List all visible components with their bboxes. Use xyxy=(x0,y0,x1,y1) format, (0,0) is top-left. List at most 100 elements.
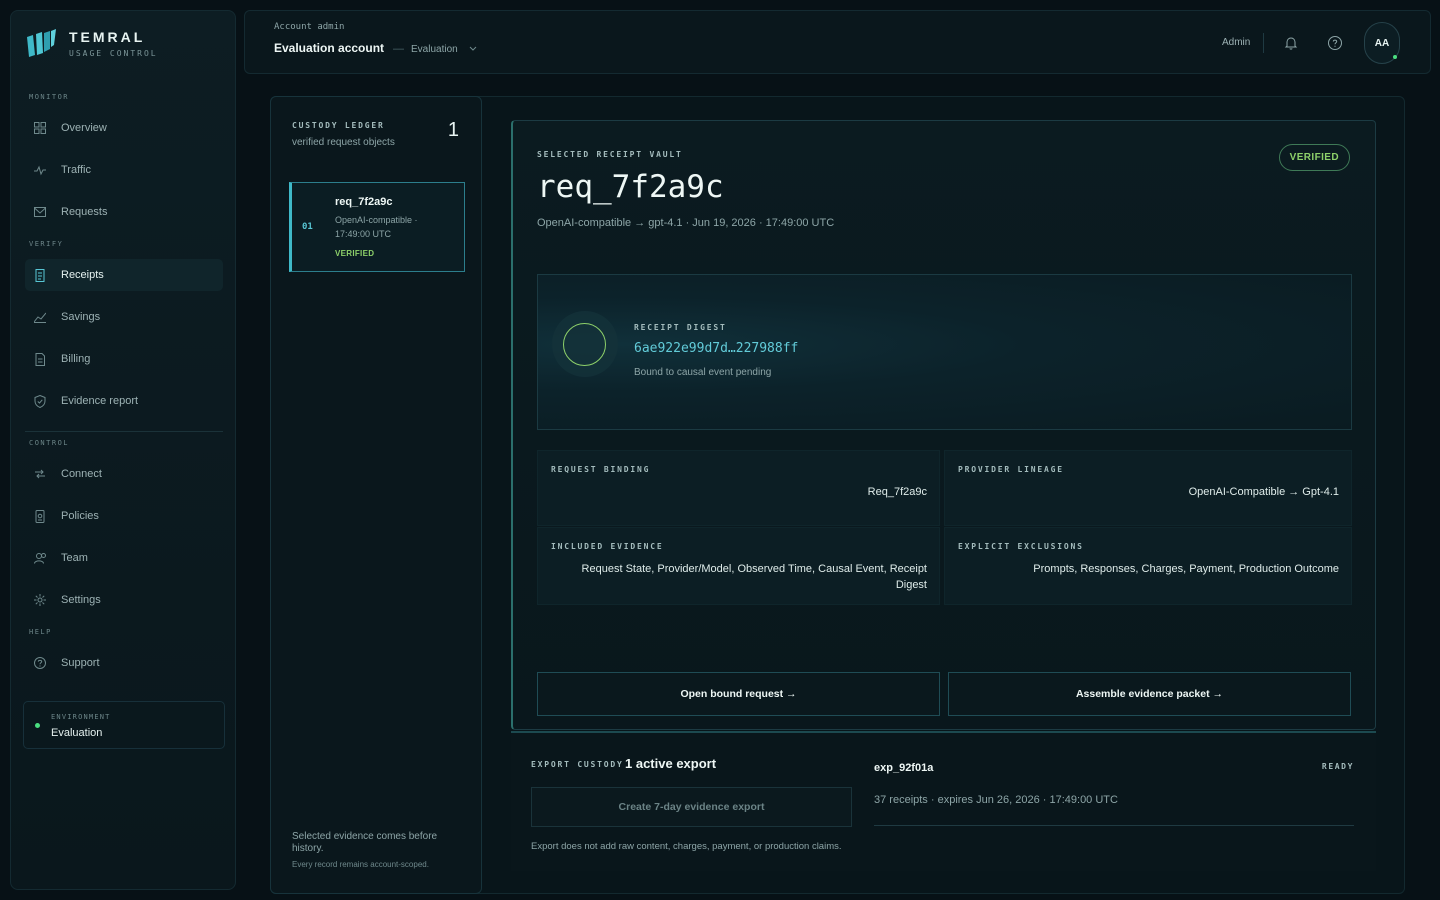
avatar-initials: AA xyxy=(1374,37,1390,49)
topbar-divider xyxy=(1263,33,1264,53)
section-label-monitor: MONITOR xyxy=(29,93,70,101)
assemble-evidence-packet-button[interactable]: Assemble evidence packet → xyxy=(948,672,1351,716)
title-separator: — xyxy=(393,43,404,55)
account-title: Evaluation account xyxy=(274,41,385,55)
sidebar-item-receipts[interactable]: Receipts xyxy=(25,259,223,291)
sidebar-item-label: Receipts xyxy=(61,269,104,281)
sidebar-item-connect[interactable]: Connect xyxy=(25,458,223,490)
export-kicker: EXPORT CUSTODY xyxy=(531,760,624,769)
included-evidence-cell: INCLUDED EVIDENCE Request State, Provide… xyxy=(537,527,940,605)
custody-ledger-panel: CUSTODY LEDGER verified request objects … xyxy=(270,96,482,894)
ledger-item[interactable]: 01 req_7f2a9c OpenAI-compatible · 17:49:… xyxy=(289,182,465,272)
environment-indicator[interactable]: ENVIRONMENT Evaluation xyxy=(23,701,225,749)
cell-label: INCLUDED EVIDENCE xyxy=(551,542,664,551)
policy-icon xyxy=(33,509,47,523)
sidebar-item-label: Evidence report xyxy=(61,395,139,407)
bell-icon[interactable] xyxy=(1282,34,1300,52)
ledger-item-meta: OpenAI-compatible · 17:49:00 UTC xyxy=(335,215,418,239)
export-custody-section: EXPORT CUSTODY 1 active export Create 7-… xyxy=(511,731,1376,871)
ledger-count: 1 xyxy=(447,119,459,141)
environment-value: Evaluation xyxy=(51,727,103,739)
brand-name: TEMRAL xyxy=(69,28,146,45)
cell-value: Req_7f2a9c xyxy=(867,486,927,498)
cell-value: Request State, Provider/Model, Observed … xyxy=(581,563,927,591)
users-icon xyxy=(33,551,47,565)
ledger-item-id: req_7f2a9c xyxy=(335,196,393,208)
section-label-control: CONTROL xyxy=(29,439,70,447)
export-detail: 37 receipts · expires Jun 26, 2026 · 17:… xyxy=(874,794,1118,806)
sidebar-item-savings[interactable]: Savings xyxy=(25,301,223,333)
open-bound-request-button[interactable]: Open bound request → xyxy=(537,672,940,716)
status-badge: VERIFIED xyxy=(1278,144,1350,171)
sidebar-item-traffic[interactable]: Traffic xyxy=(25,154,223,186)
top-bar: Account admin Evaluation account — Evalu… xyxy=(244,10,1431,74)
sidebar-item-label: Overview xyxy=(61,122,107,134)
receipt-vault-card: SELECTED RECEIPT VAULT req_7f2a9c OpenAI… xyxy=(511,120,1376,730)
sidebar-item-label: Savings xyxy=(61,311,101,323)
sidebar-item-support[interactable]: Support xyxy=(25,647,223,679)
sidebar-item-policies[interactable]: Policies xyxy=(25,500,223,532)
active-export-count: 1 active export xyxy=(625,756,717,771)
digest-ring-icon xyxy=(563,323,606,366)
sidebar-item-label: Settings xyxy=(61,594,101,606)
section-label-verify: VERIFY xyxy=(29,240,64,248)
ledger-item-status: VERIFIED xyxy=(335,249,375,258)
ledger-footer-secondary: Every record remains account-scoped. xyxy=(292,860,429,869)
export-status: READY xyxy=(1321,762,1354,771)
cell-value: OpenAI-Compatible → Gpt-4.1 xyxy=(1188,486,1339,498)
provider-lineage-cell: PROVIDER LINEAGE OpenAI-Compatible → Gpt… xyxy=(944,450,1352,526)
account-kicker: Account admin xyxy=(274,22,345,32)
sidebar-item-label: Team xyxy=(61,552,88,564)
shield-icon xyxy=(33,394,47,408)
pulse-icon xyxy=(33,163,47,177)
sidebar-item-team[interactable]: Team xyxy=(25,542,223,574)
digest-value[interactable]: 6ae922e99d7d…227988ff xyxy=(634,341,798,356)
inbox-icon xyxy=(33,205,47,219)
request-binding-cell: REQUEST BINDING Req_7f2a9c xyxy=(537,450,940,526)
ledger-item-index: 01 xyxy=(302,222,313,232)
gear-icon xyxy=(33,593,47,607)
cell-value: Prompts, Responses, Charges, Payment, Pr… xyxy=(1033,563,1339,575)
section-label-help: HELP xyxy=(29,628,52,636)
sidebar-item-evidence-report[interactable]: Evidence report xyxy=(25,385,223,417)
digest-label: RECEIPT DIGEST xyxy=(634,323,727,332)
trend-icon xyxy=(33,310,47,324)
explicit-exclusions-cell: EXPLICIT EXCLUSIONS Prompts, Responses, … xyxy=(944,527,1352,605)
ledger-subtitle: verified request objects xyxy=(292,137,395,148)
vault-meta: OpenAI-compatible → gpt-4.1 · Jun 19, 20… xyxy=(537,217,835,229)
export-note: Export does not add raw content, charges… xyxy=(531,841,842,852)
sidebar-item-label: Requests xyxy=(61,206,108,218)
sidebar-item-label: Billing xyxy=(61,353,91,365)
cell-label: EXPLICIT EXCLUSIONS xyxy=(958,542,1084,551)
sidebar-item-label: Connect xyxy=(61,468,102,480)
receipt-digest-panel: RECEIPT DIGEST 6ae922e99d7d…227988ff Bou… xyxy=(537,274,1352,430)
sidebar-item-billing[interactable]: Billing xyxy=(25,343,223,375)
vault-title: req_7f2a9c xyxy=(537,169,724,205)
ledger-footer-primary: Selected evidence comes before history. xyxy=(292,831,438,854)
vault-kicker: SELECTED RECEIPT VAULT xyxy=(537,150,683,159)
chevron-down-icon[interactable] xyxy=(469,44,477,54)
environment-switcher[interactable]: Evaluation xyxy=(411,44,458,55)
sidebar-item-label: Support xyxy=(61,657,100,669)
export-id[interactable]: exp_92f01a xyxy=(874,762,933,774)
create-export-button[interactable]: Create 7-day evidence export xyxy=(531,787,852,827)
sidebar-item-settings[interactable]: Settings xyxy=(25,584,223,616)
role-label[interactable]: Admin xyxy=(1222,37,1250,48)
grid-icon xyxy=(33,121,47,135)
sidebar-item-overview[interactable]: Overview xyxy=(25,112,223,144)
environment-label: ENVIRONMENT xyxy=(51,713,111,721)
help-icon[interactable] xyxy=(1326,34,1344,52)
sidebar: TEMRAL USAGE CONTROL MONITOR Overview Tr… xyxy=(10,10,236,890)
receipt-icon xyxy=(33,268,47,282)
sidebar-item-label: Policies xyxy=(61,510,99,522)
connect-icon xyxy=(33,467,47,481)
sidebar-item-requests[interactable]: Requests xyxy=(25,196,223,228)
export-divider xyxy=(874,825,1354,826)
sidebar-divider xyxy=(25,431,223,432)
digest-note: Bound to causal event pending xyxy=(634,367,772,378)
avatar[interactable]: AA xyxy=(1364,22,1400,64)
document-icon xyxy=(33,352,47,366)
cell-label: REQUEST BINDING xyxy=(551,465,651,474)
brand[interactable]: TEMRAL USAGE CONTROL xyxy=(25,27,158,59)
help-circle-icon xyxy=(33,656,47,670)
